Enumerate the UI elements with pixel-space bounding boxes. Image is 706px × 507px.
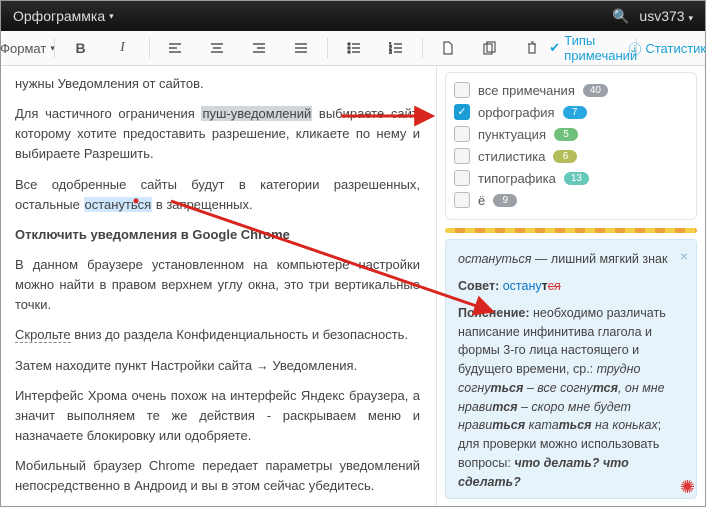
filter-yo[interactable]: ё 9 xyxy=(454,189,688,211)
decorative-strip xyxy=(445,228,697,233)
editor-text: Затем находите пункт Настройки сайта → У… xyxy=(15,358,357,373)
explanation-label: Пояснение: xyxy=(458,306,533,320)
align-right-button[interactable] xyxy=(239,34,279,62)
list-ol-button[interactable]: 123 xyxy=(376,34,416,62)
note-word: остануться xyxy=(458,252,531,266)
filter-stylistics[interactable]: стилистика 6 xyxy=(454,145,688,167)
advice-label: Совет: xyxy=(458,279,503,293)
new-doc-button[interactable] xyxy=(428,34,468,62)
filter-label: все примечания xyxy=(478,83,575,98)
svg-text:3: 3 xyxy=(389,50,392,54)
filter-label: стилистика xyxy=(478,149,545,164)
align-center-button[interactable] xyxy=(197,34,237,62)
info-icon: ⓘ xyxy=(628,39,641,58)
editor-text: в запрещенных. xyxy=(152,197,252,212)
delete-button[interactable] xyxy=(512,34,552,62)
filter-label: типографика xyxy=(478,171,556,186)
stats-label: Статистика xyxy=(645,41,706,56)
checkbox[interactable] xyxy=(454,126,470,142)
user-menu[interactable]: usv373 ▾ xyxy=(639,8,693,24)
separator xyxy=(327,38,328,58)
note-summary: — лишний мягкий знак xyxy=(531,252,667,266)
brand-menu[interactable]: Орфограммка ▾ xyxy=(13,8,114,24)
count-badge: 9 xyxy=(493,194,517,207)
editor-text: вниз до раздела Конфиденциальность и без… xyxy=(71,327,408,342)
checkbox-checked[interactable]: ✓ xyxy=(454,104,470,120)
advice-word: останутся xyxy=(503,279,561,293)
editor-heading: Отключить уведомления в Google Chrome xyxy=(15,227,290,242)
chevron-down-icon: ▾ xyxy=(109,11,114,22)
note-card: × остануться — лишний мягкий знак Совет:… xyxy=(445,239,697,499)
editor-text: Интерфейс Хрома очень похож на интерфейс… xyxy=(15,388,420,443)
search-icon[interactable]: 🔍 xyxy=(612,8,629,25)
filter-punctuation[interactable]: пунктуация 5 xyxy=(454,123,688,145)
filter-label: ё xyxy=(478,193,485,208)
count-badge: 7 xyxy=(563,106,587,119)
separator xyxy=(149,38,150,58)
filter-orthography[interactable]: ✓ орфография 7 xyxy=(454,101,688,123)
chevron-down-icon: ▾ xyxy=(688,13,693,23)
separator xyxy=(422,38,423,58)
count-badge: 6 xyxy=(553,150,577,163)
count-badge: 5 xyxy=(554,128,578,141)
highlight-error[interactable]: остануться xyxy=(84,197,153,212)
close-icon[interactable]: × xyxy=(680,246,688,267)
count-badge: 40 xyxy=(583,84,608,97)
filter-label: пунктуация xyxy=(478,127,546,142)
user-name: usv373 xyxy=(639,8,684,24)
align-justify-button[interactable] xyxy=(281,34,321,62)
align-left-button[interactable] xyxy=(155,34,195,62)
filters-panel: все примечания 40 ✓ орфография 7 пунктуа… xyxy=(445,72,697,220)
editor-text: В данном браузере установленном на компь… xyxy=(15,257,420,312)
format-dropdown[interactable]: Формат ▾ xyxy=(7,34,48,62)
editor-text: нужны Уведомления от сайтов. xyxy=(15,76,204,91)
bold-button[interactable]: B xyxy=(61,34,101,62)
stats-button[interactable]: ⓘ Статистика xyxy=(643,34,699,62)
checkbox[interactable] xyxy=(454,148,470,164)
checkbox[interactable] xyxy=(454,82,470,98)
filter-all[interactable]: все примечания 40 xyxy=(454,79,688,101)
editor-text: Для частичного ограничения xyxy=(15,106,201,121)
note-types-button[interactable]: ✔ Типы примечаний xyxy=(556,34,630,62)
note-types-label: Типы примечаний xyxy=(564,33,637,63)
copy-button[interactable] xyxy=(470,34,510,62)
highlight-grammar[interactable]: пуш-уведомлений xyxy=(201,106,312,121)
separator xyxy=(54,38,55,58)
checkbox[interactable] xyxy=(454,192,470,208)
list-ul-button[interactable] xyxy=(334,34,374,62)
bug-icon[interactable]: ✺ xyxy=(680,477,695,498)
checkbox[interactable] xyxy=(454,170,470,186)
editor-text: Мобильный браузер Chrome передает параме… xyxy=(15,458,420,493)
brand-label: Орфограммка xyxy=(13,8,105,24)
filter-typography[interactable]: типографика 13 xyxy=(454,167,688,189)
format-label: Формат xyxy=(0,41,46,56)
highlight-underline[interactable]: Скрольте xyxy=(15,327,71,343)
italic-button[interactable]: I xyxy=(103,34,143,62)
check-circle-icon: ✔ xyxy=(549,40,560,56)
editor-area[interactable]: нужны Уведомления от сайтов. Для частичн… xyxy=(1,66,436,507)
count-badge: 13 xyxy=(564,172,589,185)
filter-label: орфография xyxy=(478,105,555,120)
